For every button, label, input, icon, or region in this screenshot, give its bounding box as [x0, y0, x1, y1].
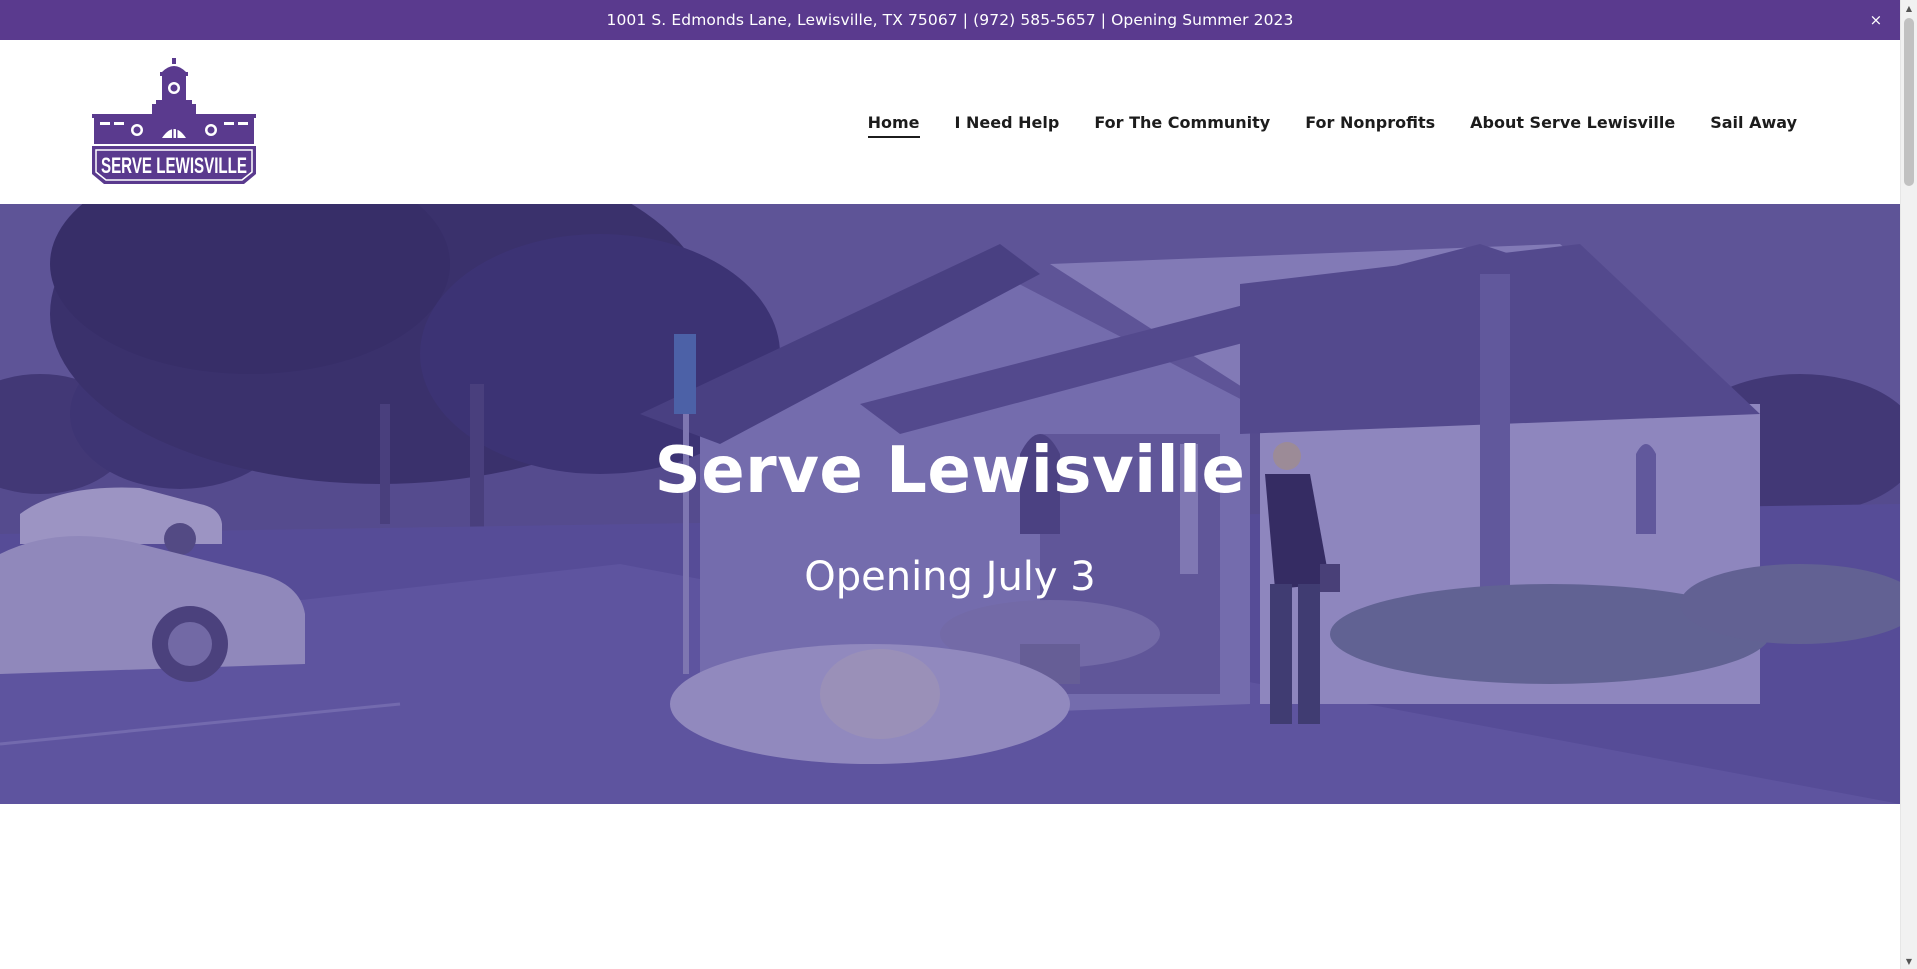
nav-item-for-nonprofits[interactable]: For Nonprofits — [1305, 107, 1435, 138]
scroll-down-arrow-icon[interactable]: ▼ — [1901, 953, 1917, 969]
logo-text: SERVE LEWISVILLE — [101, 153, 247, 178]
nav-item-home[interactable]: Home — [867, 107, 920, 138]
nav-item-for-the-community[interactable]: For The Community — [1094, 107, 1270, 138]
hero-section: Serve Lewisville Opening July 3 — [0, 204, 1900, 804]
announcement-close-button[interactable]: × — [1864, 0, 1888, 40]
scroll-up-arrow-icon[interactable]: ▲ — [1901, 0, 1917, 16]
hero-subtitle: Opening July 3 — [804, 554, 1096, 600]
serve-lewisville-logo[interactable]: SERVE LEWISVILLE — [92, 58, 256, 184]
scroll-thumb[interactable] — [1904, 18, 1914, 186]
hero-title: Serve Lewisville — [654, 434, 1246, 508]
nav-item-sail-away[interactable]: Sail Away — [1710, 107, 1797, 138]
main-navigation: Home I Need Help For The Community For N… — [833, 40, 1797, 204]
vertical-scrollbar[interactable]: ▲ ▼ — [1900, 0, 1917, 969]
site-header: SERVE LEWISVILLE Home I Need Help For Th… — [0, 40, 1900, 204]
nav-item-i-need-help[interactable]: I Need Help — [955, 107, 1060, 138]
announcement-bar: 1001 S. Edmonds Lane, Lewisville, TX 750… — [0, 0, 1900, 40]
announcement-text: 1001 S. Edmonds Lane, Lewisville, TX 750… — [606, 11, 1294, 29]
nav-item-about-serve-lewisville[interactable]: About Serve Lewisville — [1470, 107, 1675, 138]
page: 1001 S. Edmonds Lane, Lewisville, TX 750… — [0, 0, 1900, 969]
browser-viewport: 1001 S. Edmonds Lane, Lewisville, TX 750… — [0, 0, 1917, 969]
